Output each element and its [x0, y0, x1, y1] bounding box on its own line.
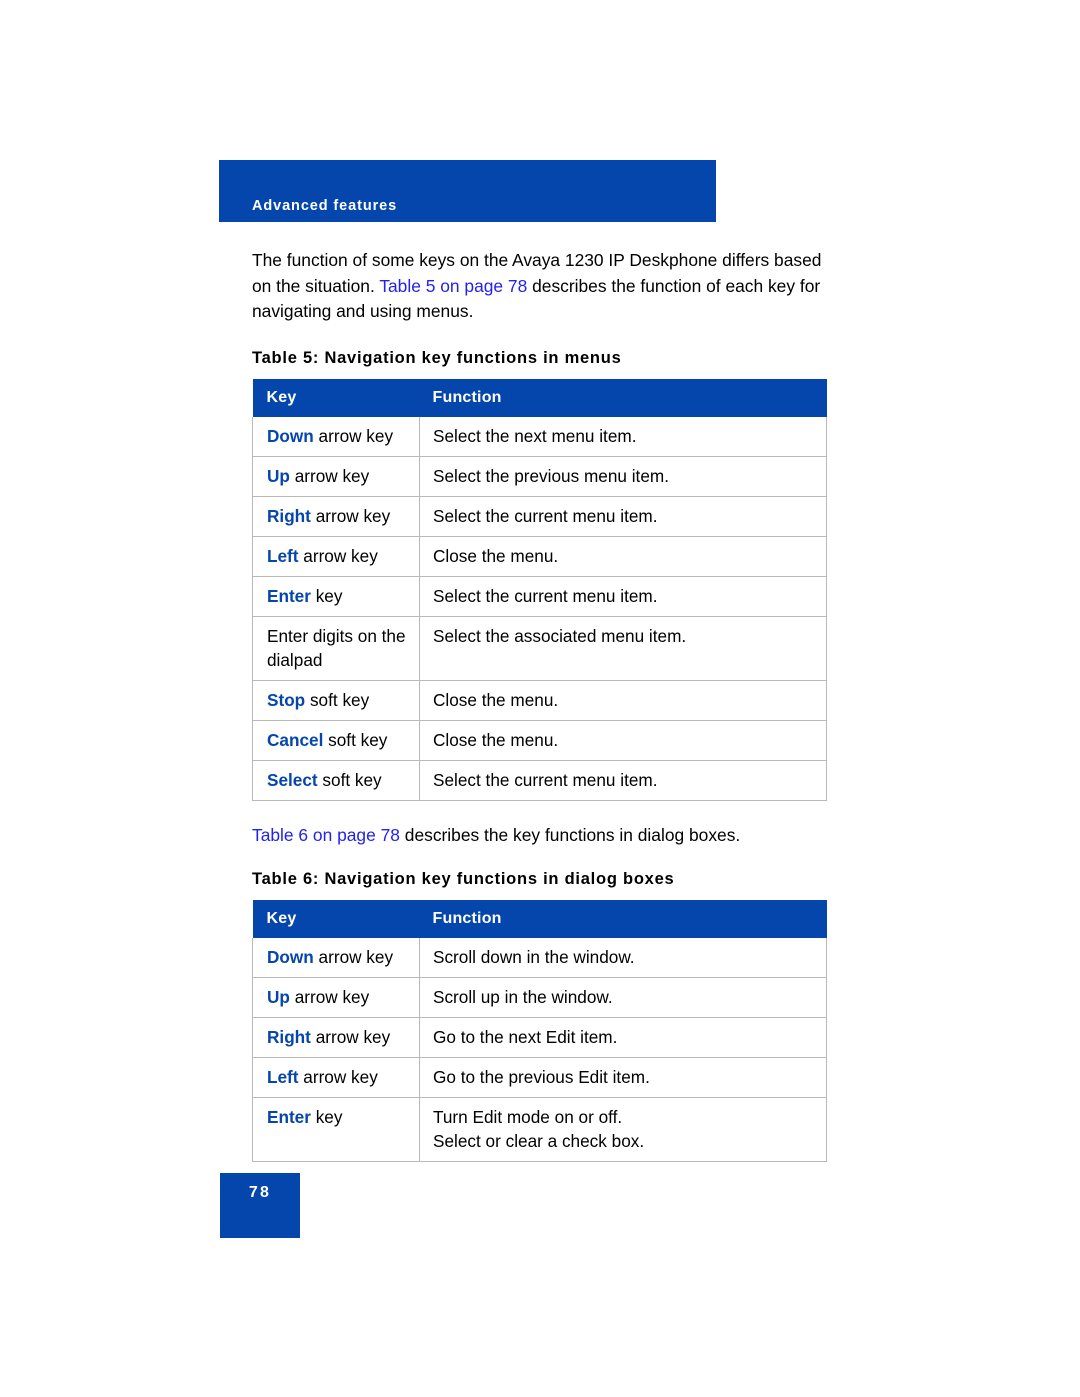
table5-cross-reference-link[interactable]: Table 5 on page 78	[379, 276, 527, 296]
key-qualifier: key	[310, 585, 343, 606]
key-qualifier: arrow key	[298, 545, 378, 566]
key-qualifier: arrow key	[289, 465, 370, 486]
function-line-1: Scroll up in the window.	[433, 987, 613, 1007]
table6-header-row: Key Function	[252, 900, 827, 938]
key-name: Up	[267, 465, 290, 486]
table5-caption: Table 5: Navigation key functions in men…	[252, 348, 622, 367]
table5-row8-key: Select soft key	[252, 760, 420, 801]
table6-row1-key: Up arrow key	[252, 977, 420, 1018]
key-name: Up	[267, 987, 290, 1007]
table6-row3-function: Go to the previous Edit item.	[419, 1057, 827, 1098]
table6-caption: Table 6: Navigation key functions in dia…	[252, 870, 675, 888]
table5-row2-key: Right arrow key	[252, 496, 420, 537]
function-line-1: Scroll down in the window.	[433, 947, 635, 967]
table6-row3-key: Left arrow key	[252, 1057, 420, 1098]
table6-row4-key: Enter key	[252, 1097, 420, 1162]
key-qualifier: arrow key	[298, 1067, 378, 1087]
table6-header-function: Function	[419, 900, 827, 938]
table5-header-row: Key Function	[252, 378, 827, 417]
key-name: Right	[267, 1027, 311, 1047]
table-row: Enter key Select the current menu item.	[252, 576, 827, 617]
key-qualifier: key	[310, 1107, 343, 1127]
table-row: Up arrow key Select the previous menu it…	[252, 456, 827, 497]
table-row: Left arrow key Go to the previous Edit i…	[252, 1057, 827, 1098]
key-qualifier: arrow key	[310, 505, 391, 526]
table5-row0-key: Down arrow key	[252, 416, 420, 457]
table-row: Right arrow key Select the current menu …	[252, 496, 827, 537]
table5-row7-function: Close the menu.	[419, 720, 827, 761]
key-qualifier: arrow key	[313, 425, 394, 446]
table6-row1-function: Scroll up in the window.	[419, 977, 827, 1018]
key-name: Stop	[267, 689, 306, 710]
between-tables-text: describes the key functions in dialog bo…	[399, 824, 741, 845]
table5-row0-function: Select the next menu item.	[419, 416, 827, 457]
table-row: Select soft key Select the current menu …	[252, 760, 827, 801]
key-name: Down	[267, 425, 314, 446]
document-page: Advanced features The function of some k…	[0, 0, 1080, 1397]
table5-navigation-keys-in-menus: Key Function Down arrow key Select the n…	[252, 378, 827, 801]
table5-row1-function: Select the previous menu item.	[419, 456, 827, 497]
table-row: Left arrow key Close the menu.	[252, 536, 827, 577]
key-name: Enter	[267, 1107, 311, 1127]
key-name: Select	[267, 769, 318, 790]
table5-row5-function: Select the associated menu item.	[419, 616, 827, 681]
table6-row2-key: Right arrow key	[252, 1017, 420, 1058]
table5-row2-function: Select the current menu item.	[419, 496, 827, 537]
running-header-banner: Advanced features	[219, 160, 716, 222]
table5-header-function: Function	[419, 378, 827, 417]
intro-paragraph: The function of some keys on the Avaya 1…	[252, 248, 838, 325]
table5-row1-key: Up arrow key	[252, 456, 420, 497]
table6-header-key: Key	[252, 900, 420, 938]
table5-row7-key: Cancel soft key	[252, 720, 420, 761]
page-number-box: 78	[220, 1173, 300, 1238]
key-name: Enter	[267, 585, 311, 606]
table-row: Enter key Turn Edit mode on or off. Selec…	[252, 1097, 827, 1162]
key-qualifier: arrow key	[313, 947, 394, 967]
table-row: Stop soft key Close the menu.	[252, 680, 827, 721]
between-tables-paragraph: Table 6 on page 78 describes the key fun…	[252, 823, 838, 849]
table-row: Up arrow key Scroll up in the window.	[252, 977, 827, 1018]
table5-row6-function: Close the menu.	[419, 680, 827, 721]
key-name: Right	[267, 505, 311, 526]
function-line-1: Go to the previous Edit item.	[433, 1067, 650, 1087]
key-name: Left	[267, 545, 299, 566]
key-qualifier: soft key	[305, 689, 370, 710]
table-row: Enter digits on the dialpad Select the a…	[252, 616, 827, 681]
table6-navigation-keys-in-dialog-boxes: Key Function Down arrow key Scroll down …	[252, 900, 827, 1162]
key-qualifier: arrow key	[310, 1027, 391, 1047]
table6-row0-function: Scroll down in the window.	[419, 938, 827, 978]
table5-row4-function: Select the current menu item.	[419, 576, 827, 617]
key-name: Cancel	[267, 729, 324, 750]
table6-row4-function: Turn Edit mode on or off. Select or clear…	[419, 1097, 827, 1162]
key-qualifier: Enter digits on the dialpad	[267, 625, 406, 670]
table5-row6-key: Stop soft key	[252, 680, 420, 721]
function-line-1: Turn Edit mode on or off.	[433, 1107, 623, 1127]
table5-row4-key: Enter key	[252, 576, 420, 617]
table-row: Right arrow key Go to the next Edit item…	[252, 1017, 827, 1058]
key-name: Left	[267, 1067, 299, 1087]
function-line-1: Go to the next Edit item.	[433, 1027, 618, 1047]
key-qualifier: arrow key	[289, 987, 370, 1007]
key-qualifier: soft key	[317, 769, 382, 790]
table5-row3-key: Left arrow key	[252, 536, 420, 577]
table5-header-key: Key	[252, 378, 420, 417]
table5-row5-key: Enter digits on the dialpad	[252, 616, 420, 681]
running-header-title: Advanced features	[252, 198, 398, 214]
table-row: Down arrow key Select the next menu item…	[252, 416, 827, 457]
table6-row2-function: Go to the next Edit item.	[419, 1017, 827, 1058]
key-name: Down	[267, 947, 314, 967]
table5-row3-function: Close the menu.	[419, 536, 827, 577]
table6-row0-key: Down arrow key	[252, 938, 420, 978]
table-row: Cancel soft key Close the menu.	[252, 720, 827, 761]
table6-cross-reference-link[interactable]: Table 6 on page 78	[252, 825, 400, 845]
page-number: 78	[248, 1184, 272, 1201]
key-qualifier: soft key	[323, 729, 388, 750]
table-row: Down arrow key Scroll down in the window…	[252, 938, 827, 978]
function-line-2: Select or clear a check box.	[433, 1131, 645, 1151]
table5-row8-function: Select the current menu item.	[419, 760, 827, 801]
page-content: The function of some keys on the Avaya 1…	[252, 248, 838, 1162]
